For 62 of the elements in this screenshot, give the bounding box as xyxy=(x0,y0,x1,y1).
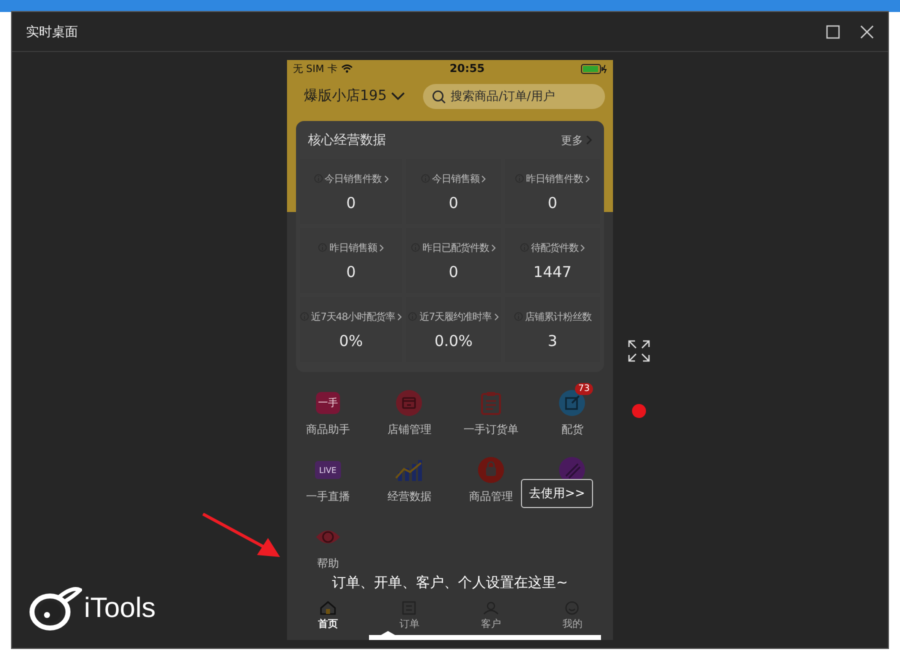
metric-value: 0% xyxy=(339,332,363,350)
record-dot-icon xyxy=(632,404,646,418)
search-field[interactable]: 搜索商品/订单/用户 xyxy=(422,84,605,108)
window-title: 实时桌面 xyxy=(26,24,78,40)
chevron-right-icon[interactable] xyxy=(378,244,384,252)
use-now-button[interactable]: 去使用>> xyxy=(521,479,594,508)
chevron-right-icon[interactable] xyxy=(384,174,389,182)
metric-value: 0 xyxy=(448,194,458,212)
metric-value: 0 xyxy=(346,262,356,280)
tool-label[interactable]: 经营数据 xyxy=(387,489,432,504)
wifi-icon xyxy=(341,64,354,73)
metric-value: 0 xyxy=(346,194,356,212)
shop-name[interactable]: 爆版小店195 xyxy=(304,87,387,105)
metric-label[interactable]: 昨日销售额 xyxy=(329,240,377,254)
expand-icon[interactable] xyxy=(628,340,650,362)
tab-bar-item[interactable]: 订单 xyxy=(368,598,450,631)
metric-label[interactable]: 昨日已配货件数 xyxy=(422,240,489,254)
tool-label[interactable]: 配货 xyxy=(561,422,584,437)
metric-value: 1447 xyxy=(533,262,572,280)
carrier-text: 无 SIM 卡 xyxy=(293,62,338,76)
home-icon xyxy=(320,601,336,615)
chevron-right-icon[interactable] xyxy=(580,244,586,252)
tool-label[interactable]: 帮助 xyxy=(316,556,339,571)
tv-live-icon[interactable]: LIVE xyxy=(314,461,341,479)
metric-value: 3 xyxy=(548,332,558,350)
more-link[interactable]: 更多 xyxy=(561,132,583,148)
chevron-right-icon[interactable] xyxy=(490,244,496,252)
close-icon[interactable] xyxy=(860,24,874,38)
battery-icon xyxy=(581,64,607,74)
logo-text: iTools xyxy=(84,592,156,624)
metric-label[interactable]: 待配货件数 xyxy=(530,240,578,254)
tile-icon[interactable]: 一手 xyxy=(316,392,340,414)
metric-value: 0 xyxy=(448,262,458,280)
tool-label[interactable]: 一手直播 xyxy=(306,489,350,504)
tab-bar-item[interactable]: 首页 xyxy=(287,598,368,631)
card-title: 核心经营数据 xyxy=(308,132,386,149)
tab-bar-item[interactable]: 我的 xyxy=(532,598,613,631)
clipboard-icon[interactable] xyxy=(480,391,501,415)
tool-label[interactable]: 商品管理 xyxy=(468,489,513,504)
tool-label[interactable]: 商品助手 xyxy=(306,422,350,437)
search-icon xyxy=(432,90,446,104)
chevron-right-icon[interactable] xyxy=(481,174,486,182)
chevron-down-icon[interactable] xyxy=(390,92,405,100)
tab-bar-item[interactable]: 客户 xyxy=(450,598,532,631)
metric-label[interactable]: 昨日销售件数 xyxy=(526,172,584,186)
guide-caption: 订单、开单、客户、个人设置在这里~ xyxy=(331,574,569,592)
metric-label[interactable]: 店铺累计粉丝数 xyxy=(524,310,592,324)
status-time: 20:55 xyxy=(450,62,485,75)
rabbit-logo-icon xyxy=(28,584,82,632)
maximize-icon[interactable] xyxy=(826,24,840,38)
chevron-right-icon[interactable] xyxy=(494,312,499,320)
chevron-right-icon[interactable] xyxy=(585,174,590,182)
metric-label[interactable]: 今日销售件数 xyxy=(324,172,382,186)
metric-label[interactable]: 近7天48小时配货率 xyxy=(311,310,396,324)
chevron-right-icon[interactable] xyxy=(397,312,402,320)
tool-label[interactable]: 店铺管理 xyxy=(387,422,432,437)
tool-label[interactable]: 一手订货单 xyxy=(463,422,518,437)
metric-value: 0 xyxy=(548,194,558,212)
count-badge: 73 xyxy=(575,383,593,395)
metric-value: 0.0% xyxy=(434,332,473,350)
metric-label[interactable]: 近7天履约准时率 xyxy=(419,310,492,324)
metric-label[interactable]: 今日销售额 xyxy=(432,172,480,186)
